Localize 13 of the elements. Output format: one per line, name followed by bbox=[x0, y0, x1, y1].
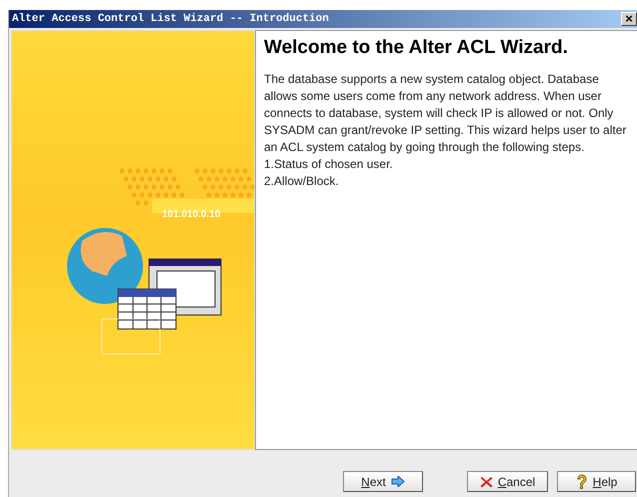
step-item: 1.Status of chosen user. bbox=[264, 156, 394, 173]
next-button[interactable]: Next bbox=[343, 471, 423, 492]
intro-paragraph: The database supports a new system catalog object. Database allows some users come from any network address. When user connects to database, system will check IP is allowed or not. Only SYSADM can grant/revoke IP setting. This wizard helps user to alter an ACL system catalog by going through the following steps. bbox=[264, 71, 628, 156]
help-button[interactable]: Help bbox=[557, 471, 636, 492]
arrow-right-icon bbox=[390, 476, 405, 487]
step-item: 2.Allow/Block. bbox=[264, 173, 340, 190]
ip-address-label: 101.010.0.10 bbox=[162, 209, 220, 220]
x-icon bbox=[480, 476, 493, 488]
wizard-heading: Welcome to the Alter ACL Wizard. bbox=[264, 37, 569, 59]
close-button[interactable]: × bbox=[621, 12, 637, 26]
question-mark-icon bbox=[576, 474, 588, 490]
window-title: Alter Access Control List Wizard -- Introduction bbox=[11, 13, 329, 25]
cancel-button[interactable]: Cancel bbox=[467, 471, 548, 492]
